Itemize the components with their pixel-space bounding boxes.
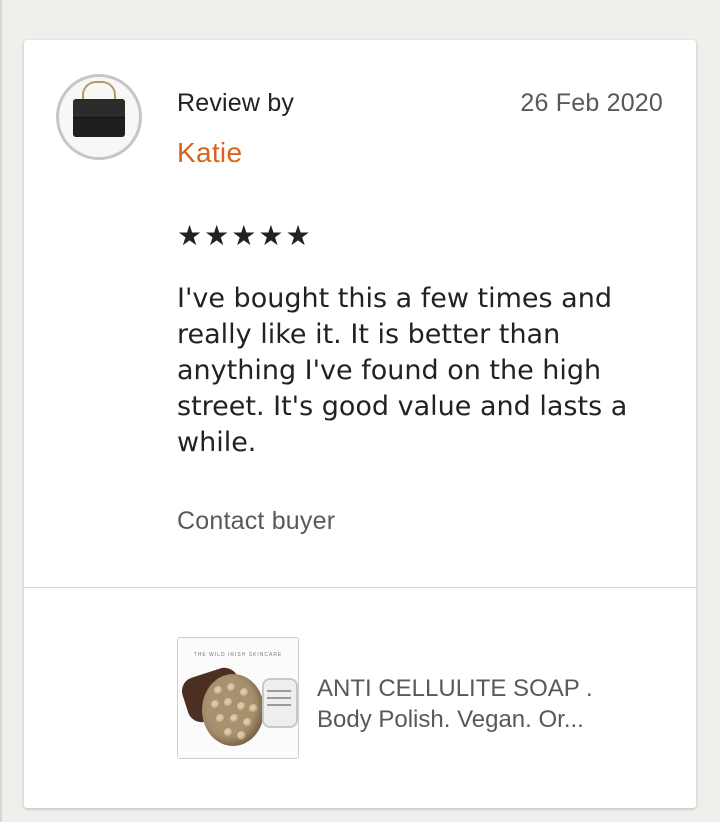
star-icon: ★: [258, 219, 284, 252]
soap-bead: [237, 731, 246, 740]
product-title-link[interactable]: ANTI CELLULITE SOAP . Body Polish. Vegan…: [317, 673, 662, 735]
soap-bead: [237, 702, 246, 711]
reviewer-avatar[interactable]: [56, 74, 142, 160]
contact-buyer-link[interactable]: Contact buyer: [177, 507, 335, 536]
soap-bead: [243, 718, 252, 727]
soap-bead: [211, 700, 220, 709]
star-rating: ★ ★ ★ ★ ★: [177, 220, 311, 252]
soap-bead: [224, 728, 233, 737]
soap-bead: [249, 704, 258, 713]
product-tin-image: [262, 678, 298, 728]
star-icon: ★: [231, 219, 257, 252]
soap-bead: [230, 714, 239, 723]
star-icon: ★: [177, 219, 203, 252]
section-divider: [24, 587, 696, 588]
tin-label-line: [267, 690, 291, 692]
soap-bead: [224, 698, 233, 707]
review-card: Review by 26 Feb 2020 Katie ★ ★ ★ ★ ★ I'…: [24, 40, 696, 808]
tin-label-line: [267, 704, 291, 706]
star-icon: ★: [204, 219, 230, 252]
review-text: I've bought this a few times and really …: [177, 283, 628, 458]
product-brand-label: THE WILD IRISH SKINCARE: [193, 652, 283, 658]
product-thumbnail[interactable]: THE WILD IRISH SKINCARE: [177, 637, 299, 759]
star-icon: ★: [285, 219, 311, 252]
soap-polish-image: [202, 674, 264, 746]
handbag-flap: [73, 99, 125, 118]
review-by-label: Review by: [177, 89, 295, 117]
reviewer-name-link[interactable]: Katie: [177, 137, 242, 169]
soap-bead: [216, 714, 225, 723]
soap-bead: [227, 683, 236, 692]
soap-bead: [214, 686, 223, 695]
left-edge-border: [0, 0, 2, 822]
review-date: 26 Feb 2020: [520, 89, 663, 117]
product-title-line: ANTI CELLULITE SOAP .: [317, 675, 593, 702]
handbag-avatar-icon: [73, 99, 125, 137]
product-title-line: Body Polish. Vegan. Or...: [317, 706, 584, 733]
tin-label-line: [267, 697, 291, 699]
soap-bead: [240, 688, 249, 697]
